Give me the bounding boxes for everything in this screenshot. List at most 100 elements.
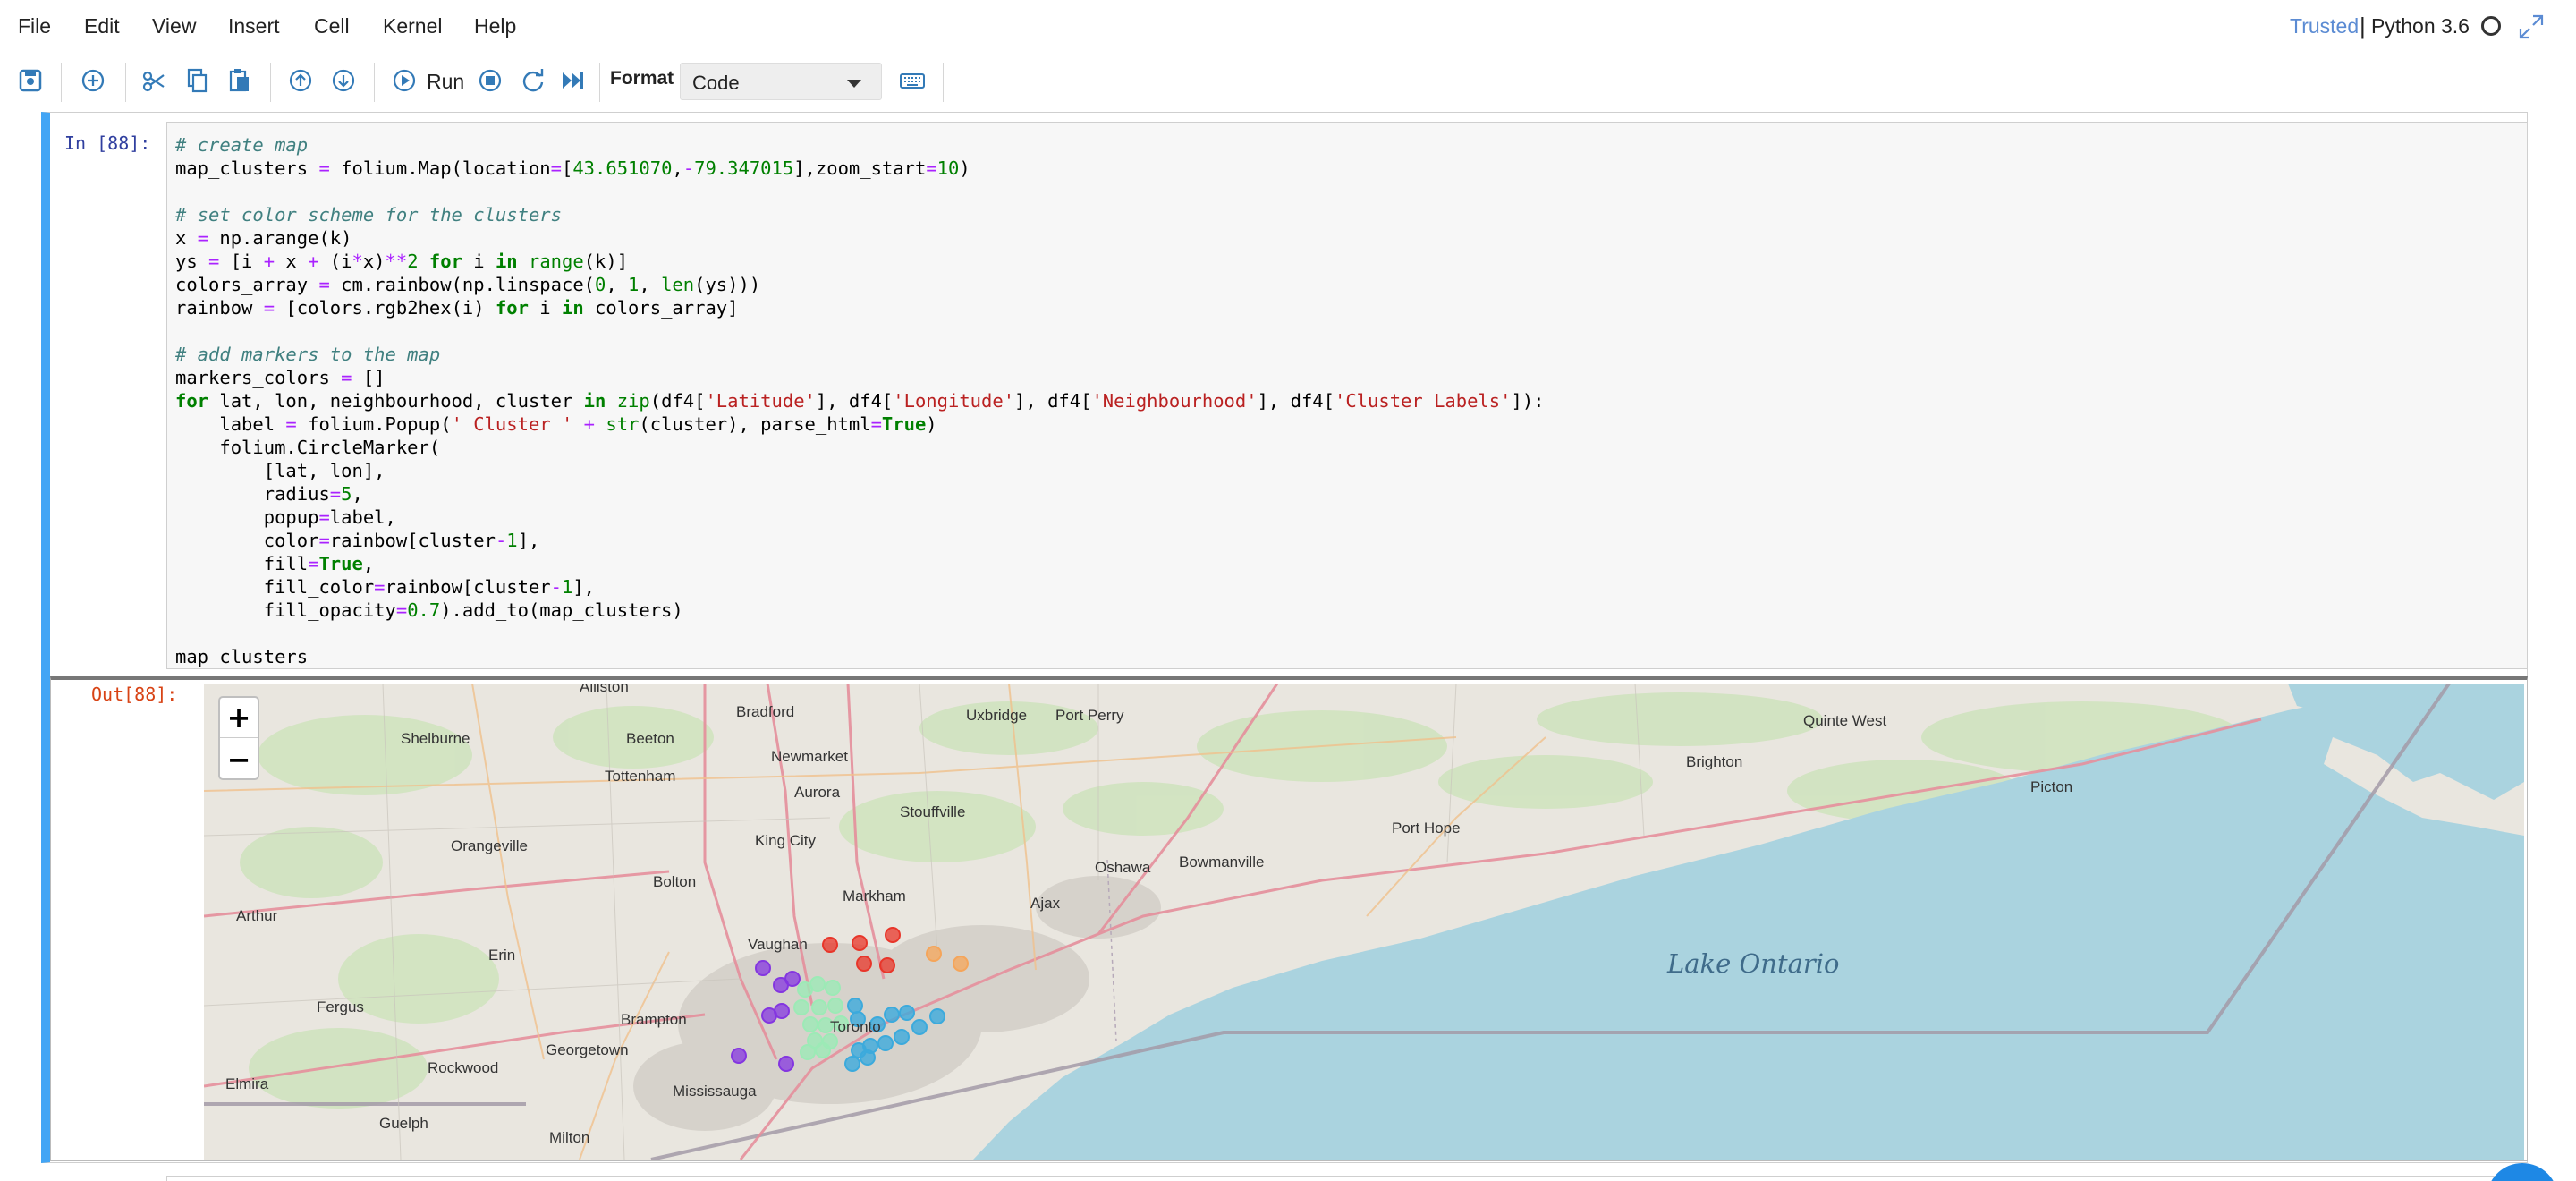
format-label: Format (610, 68, 674, 89)
toolbar-divider (943, 63, 944, 102)
cell-type-select[interactable]: Code (680, 63, 882, 100)
zoom-control: + − (218, 696, 259, 780)
cut-icon[interactable] (138, 64, 170, 97)
map-marker (825, 980, 841, 996)
place-label: Bolton (653, 873, 697, 890)
toolbar-divider (599, 63, 600, 102)
map-marker (894, 1029, 910, 1045)
place-label: Shelburne (401, 730, 470, 747)
chevron-down-icon (847, 80, 861, 88)
restart-icon[interactable] (517, 64, 549, 97)
add-cell-icon[interactable] (77, 64, 109, 97)
notebook-container: In [88]: # create map map_clusters = fol… (0, 111, 2576, 1181)
code-text[interactable]: # create map map_clusters = folium.Map(l… (175, 133, 1545, 668)
place-label: Brighton (1686, 753, 1743, 770)
map-marker (784, 971, 801, 987)
place-label: Milton (549, 1129, 590, 1146)
place-label: King City (755, 832, 817, 849)
place-label: Markham (843, 888, 906, 905)
menu-insert[interactable]: Insert (228, 14, 280, 38)
map-marker (844, 1056, 860, 1072)
menu-kernel[interactable]: Kernel (383, 14, 442, 38)
place-label: Port Hope (1392, 820, 1461, 837)
map-marker (911, 1019, 928, 1035)
map-marker (852, 935, 868, 951)
place-label: Ajax (1030, 895, 1061, 912)
map-marker (847, 998, 863, 1014)
place-label: Bowmanville (1179, 854, 1265, 871)
map-marker (822, 937, 838, 953)
place-label: Beeton (626, 730, 674, 747)
fast-forward-icon[interactable] (556, 64, 589, 97)
zoom-out-button[interactable]: − (220, 739, 258, 779)
place-label: Tottenham (605, 768, 676, 785)
place-label: Uxbridge (966, 707, 1028, 724)
paste-icon[interactable] (224, 64, 256, 97)
map-marker (778, 1056, 794, 1072)
place-label: Fergus (317, 998, 364, 1015)
map-marker (877, 1035, 894, 1051)
map-marker (899, 1005, 915, 1021)
toolbar-divider (61, 63, 62, 102)
place-label: Guelph (379, 1115, 428, 1132)
map-marker (953, 956, 969, 972)
place-label: Oshawa (1095, 859, 1151, 876)
map-marker (793, 999, 809, 1015)
menu-cell[interactable]: Cell (314, 14, 350, 38)
place-label: Vaughan (748, 936, 808, 953)
cell-type-value: Code (692, 72, 740, 94)
save-icon[interactable] (14, 64, 47, 97)
place-label: Quinte West (1803, 712, 1887, 729)
place-label: Newmarket (771, 748, 848, 765)
map-marker (929, 1008, 945, 1024)
map-tiles (204, 684, 2524, 1160)
expand-icon[interactable] (2517, 13, 2546, 41)
map-marker (809, 976, 826, 992)
map-marker (856, 956, 872, 972)
output-prompt: Out[88]: (91, 684, 178, 705)
toolbar-divider (125, 63, 126, 102)
move-down-icon[interactable] (327, 64, 360, 97)
run-button[interactable]: Run (427, 70, 464, 94)
keyboard-icon[interactable] (896, 64, 928, 97)
trusted-indicator[interactable]: Trusted (2290, 14, 2359, 38)
map-marker (800, 1044, 816, 1060)
move-up-icon[interactable] (284, 64, 317, 97)
place-label: Picton (2030, 778, 2073, 795)
map-marker (884, 1007, 900, 1023)
toolbar-divider (374, 63, 375, 102)
map-marker (774, 1003, 790, 1019)
place-label: Erin (488, 947, 516, 964)
run-icon[interactable] (388, 64, 420, 97)
map-marker (815, 1042, 831, 1058)
lake-label: Lake Ontario (1667, 948, 1840, 979)
map-marker (811, 999, 827, 1015)
place-label: Aurora (794, 784, 841, 801)
map-marker (926, 946, 942, 962)
menu-edit[interactable]: Edit (84, 14, 120, 38)
menubar-separator: | (2360, 13, 2366, 39)
code-editor[interactable]: # create map map_clusters = folium.Map(l… (166, 122, 2528, 669)
place-label: Stouffville (900, 803, 966, 820)
toolbar-divider (270, 63, 271, 102)
map-marker (731, 1048, 747, 1064)
place-label: Brampton (621, 1011, 687, 1028)
place-label: Port Perry (1055, 707, 1124, 724)
place-label: Toronto (830, 1018, 881, 1035)
kernel-name[interactable]: Python 3.6 (2371, 14, 2470, 38)
zoom-in-button[interactable]: + (220, 698, 258, 738)
copy-icon[interactable] (181, 64, 213, 97)
map-marker (827, 998, 843, 1014)
toolbar: Run Format Code (0, 55, 2576, 109)
place-label: Elmira (225, 1075, 269, 1092)
place-label: Georgetown (546, 1041, 629, 1058)
menu-help[interactable]: Help (474, 14, 516, 38)
next-cell[interactable] (166, 1176, 2528, 1181)
stop-icon[interactable] (474, 64, 506, 97)
place-label: Orangeville (451, 837, 528, 854)
map-marker (879, 957, 895, 973)
menu-file[interactable]: File (18, 14, 51, 38)
folium-map[interactable]: Alliston Bradford Uxbridge Port Perry Qu… (204, 684, 2524, 1160)
map-marker (755, 960, 771, 976)
menu-view[interactable]: View (152, 14, 196, 38)
